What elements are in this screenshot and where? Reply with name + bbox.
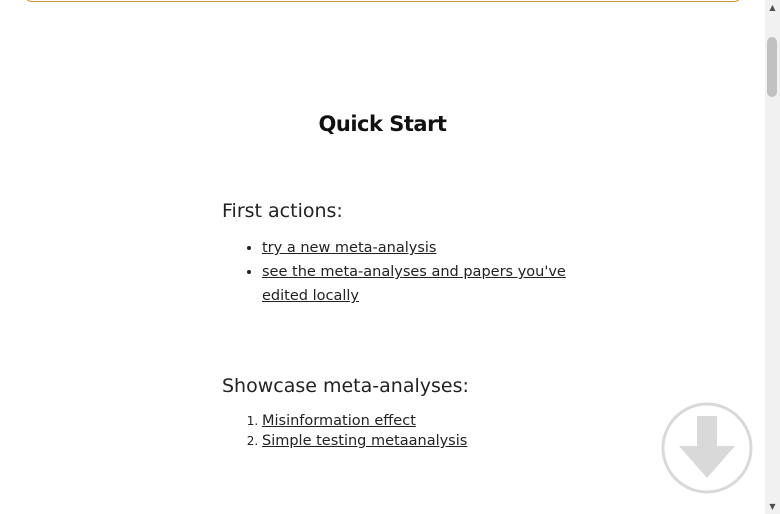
list-item: see the meta-analyses and papers you've … — [262, 260, 582, 308]
edited-locally-link[interactable]: see the meta-analyses and papers you've … — [262, 264, 566, 304]
first-actions-heading: First actions: — [222, 200, 343, 222]
first-actions-list: try a new meta-analysis see the meta-ana… — [222, 236, 582, 308]
scrollbar-thumb[interactable] — [767, 37, 777, 97]
vertical-scrollbar[interactable]: ▲ ▼ — [765, 0, 780, 514]
page-viewport: Quick Start First actions: try a new met… — [0, 0, 765, 514]
scroll-up-arrow-icon[interactable]: ▲ — [765, 0, 780, 15]
scroll-down-arrow-icon[interactable]: ▼ — [765, 499, 780, 514]
list-item: Misinformation effect — [262, 411, 469, 431]
new-meta-analysis-link[interactable]: try a new meta-analysis — [262, 240, 436, 256]
simple-testing-link[interactable]: Simple testing metaanalysis — [262, 433, 467, 449]
scroll-down-button[interactable] — [661, 402, 753, 494]
list-item: try a new meta-analysis — [262, 236, 582, 260]
showcase-list: Misinformation effect Simple testing met… — [222, 411, 469, 451]
top-panel-edge — [24, 0, 742, 2]
first-actions-section: First actions: try a new meta-analysis s… — [222, 200, 582, 308]
page-title: Quick Start — [318, 112, 447, 136]
misinformation-effect-link[interactable]: Misinformation effect — [262, 413, 416, 429]
arrow-down-circle-icon — [661, 402, 753, 494]
showcase-heading: Showcase meta-analyses: — [222, 375, 469, 397]
showcase-section: Showcase meta-analyses: Misinformation e… — [222, 375, 469, 451]
list-item: Simple testing metaanalysis — [262, 431, 469, 451]
